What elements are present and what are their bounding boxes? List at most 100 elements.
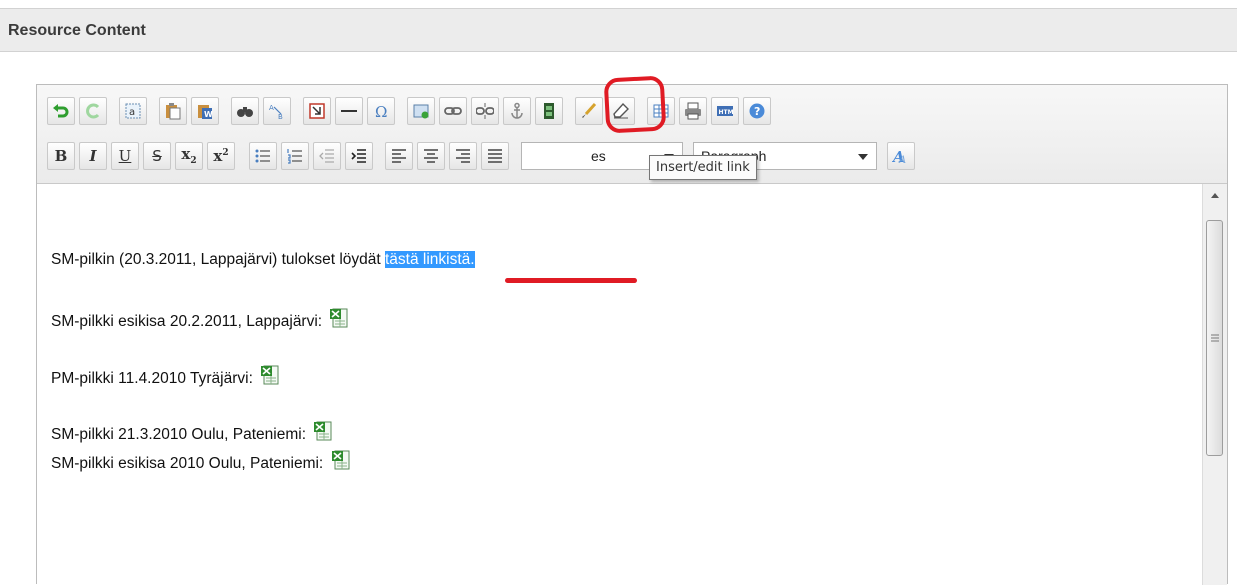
strikethrough-button[interactable]: S (143, 142, 171, 170)
redo-button[interactable] (79, 97, 107, 125)
html-source-button[interactable]: HTML (711, 97, 739, 125)
svg-text:W: W (204, 110, 213, 119)
cleanup-button[interactable] (575, 97, 603, 125)
film-icon (544, 103, 554, 119)
unlink-icon (476, 103, 494, 119)
paste-word-icon: W (198, 105, 213, 119)
svg-text:HTML: HTML (719, 109, 735, 116)
insert-image-button[interactable] (407, 97, 435, 125)
bullet-list-button[interactable] (249, 142, 277, 170)
bold-button[interactable]: B (47, 142, 75, 170)
grip-icon (1211, 334, 1219, 342)
align-right-icon (456, 149, 470, 163)
strikethrough-glyph: S (152, 146, 162, 165)
subscript-index: 2 (190, 155, 197, 166)
paste-text-button[interactable] (159, 97, 187, 125)
superscript-glyph: x2 (213, 146, 229, 165)
content-line-results: SM-pilkin (20.3.2011, Lappajärvi) tuloks… (51, 251, 475, 269)
font-style-icon: AA (892, 148, 906, 165)
find-button[interactable] (231, 97, 259, 125)
excel-file-icon[interactable] (331, 450, 350, 470)
svg-text:Ω: Ω (375, 103, 387, 120)
editor-content-area[interactable]: SM-pilkin (20.3.2011, Lappajärvi) tuloks… (37, 184, 1203, 585)
superscript-base: x (213, 146, 223, 165)
horizontal-rule-icon (341, 110, 357, 112)
special-char-button[interactable]: Ω (367, 97, 395, 125)
align-center-icon (424, 149, 438, 163)
superscript-button[interactable]: x2 (207, 142, 235, 170)
content-line-sm-2010: SM-pilkki 21.3.2010 Oulu, Pateniemi: (51, 421, 332, 444)
select-all-button[interactable]: a (119, 97, 147, 125)
align-center-button[interactable] (417, 142, 445, 170)
styles-select-value: es (591, 148, 606, 164)
replace-button[interactable]: AB (263, 97, 291, 125)
unlink-button[interactable] (471, 97, 499, 125)
format-dropdown-arrow-icon[interactable] (858, 154, 868, 160)
align-justify-button[interactable] (481, 142, 509, 170)
pm-2010-text: PM-pilkki 11.4.2010 Tyräjärvi: (51, 370, 253, 387)
insert-template-button[interactable] (303, 97, 331, 125)
outdent-button[interactable] (313, 142, 341, 170)
underline-button[interactable]: U (111, 142, 139, 170)
replace-icon: AB (269, 104, 283, 120)
bullet-list-icon (255, 149, 270, 163)
numbered-list-button[interactable] (281, 142, 309, 170)
indent-icon (351, 149, 366, 163)
align-left-button[interactable] (385, 142, 413, 170)
annotation-circle (603, 75, 667, 134)
scroll-up-arrow-icon[interactable] (1203, 184, 1227, 206)
undo-icon (53, 104, 69, 118)
rich-text-editor: a W AB Ω HTM ? B I U S x2 x2 es A A SM-p… (36, 84, 1228, 585)
align-justify-icon (488, 149, 502, 163)
subscript-glyph: x2 (181, 144, 197, 166)
binoculars-icon (237, 107, 253, 117)
selected-link-text[interactable]: tästä linkistä. (385, 251, 475, 268)
outdent-icon (319, 149, 334, 163)
svg-text:A: A (269, 104, 274, 112)
insert-link-tooltip: Insert/edit link (649, 155, 757, 180)
italic-button[interactable]: I (79, 142, 107, 170)
section-header: Resource Content (0, 8, 1237, 52)
excel-file-icon[interactable] (314, 421, 332, 441)
brush-icon (582, 102, 597, 118)
help-button[interactable]: ? (743, 97, 771, 125)
content-line-esikisa-2010: SM-pilkki esikisa 2010 Oulu, Pateniemi: (51, 450, 350, 473)
paste-word-button[interactable]: W (191, 97, 219, 125)
undo-button[interactable] (47, 97, 75, 125)
subscript-button[interactable]: x2 (175, 142, 203, 170)
underline-glyph: U (118, 146, 132, 165)
print-button[interactable] (679, 97, 707, 125)
esikisa-2011-text: SM-pilkki esikisa 20.2.2011, Lappajärvi: (51, 313, 323, 330)
content-line-pm-2010: PM-pilkki 11.4.2010 Tyräjärvi: (51, 365, 279, 388)
svg-text:A: A (898, 155, 906, 165)
excel-file-icon[interactable] (261, 365, 279, 385)
omega-icon: Ω (375, 103, 387, 120)
vertical-scrollbar[interactable] (1202, 184, 1227, 585)
align-right-button[interactable] (449, 142, 477, 170)
html-icon: HTML (717, 106, 735, 116)
indent-button[interactable] (345, 142, 373, 170)
superscript-index: 2 (222, 147, 229, 158)
anchor-icon (511, 102, 523, 119)
printer-icon (685, 102, 701, 120)
insert-media-button[interactable] (535, 97, 563, 125)
text-color-button[interactable]: AA (887, 142, 915, 170)
excel-file-icon[interactable] (330, 308, 348, 328)
numbered-list-icon (287, 149, 302, 164)
help-icon: ? (749, 103, 765, 119)
template-icon (309, 103, 325, 119)
redo-icon (86, 103, 100, 119)
link-icon (444, 107, 462, 115)
paste-text-icon (166, 103, 181, 120)
subscript-base: x (181, 144, 191, 163)
insert-link-button[interactable] (439, 97, 467, 125)
svg-text:a: a (129, 107, 135, 118)
sm-2010-text: SM-pilkki 21.3.2010 Oulu, Pateniemi: (51, 426, 307, 443)
anchor-button[interactable] (503, 97, 531, 125)
scrollbar-thumb[interactable] (1206, 220, 1223, 456)
horizontal-rule-button[interactable] (335, 97, 363, 125)
italic-glyph: I (89, 146, 97, 165)
bold-glyph: B (54, 146, 68, 165)
align-left-icon (392, 149, 406, 163)
esikisa-2010-text: SM-pilkki esikisa 2010 Oulu, Pateniemi: (51, 455, 324, 472)
